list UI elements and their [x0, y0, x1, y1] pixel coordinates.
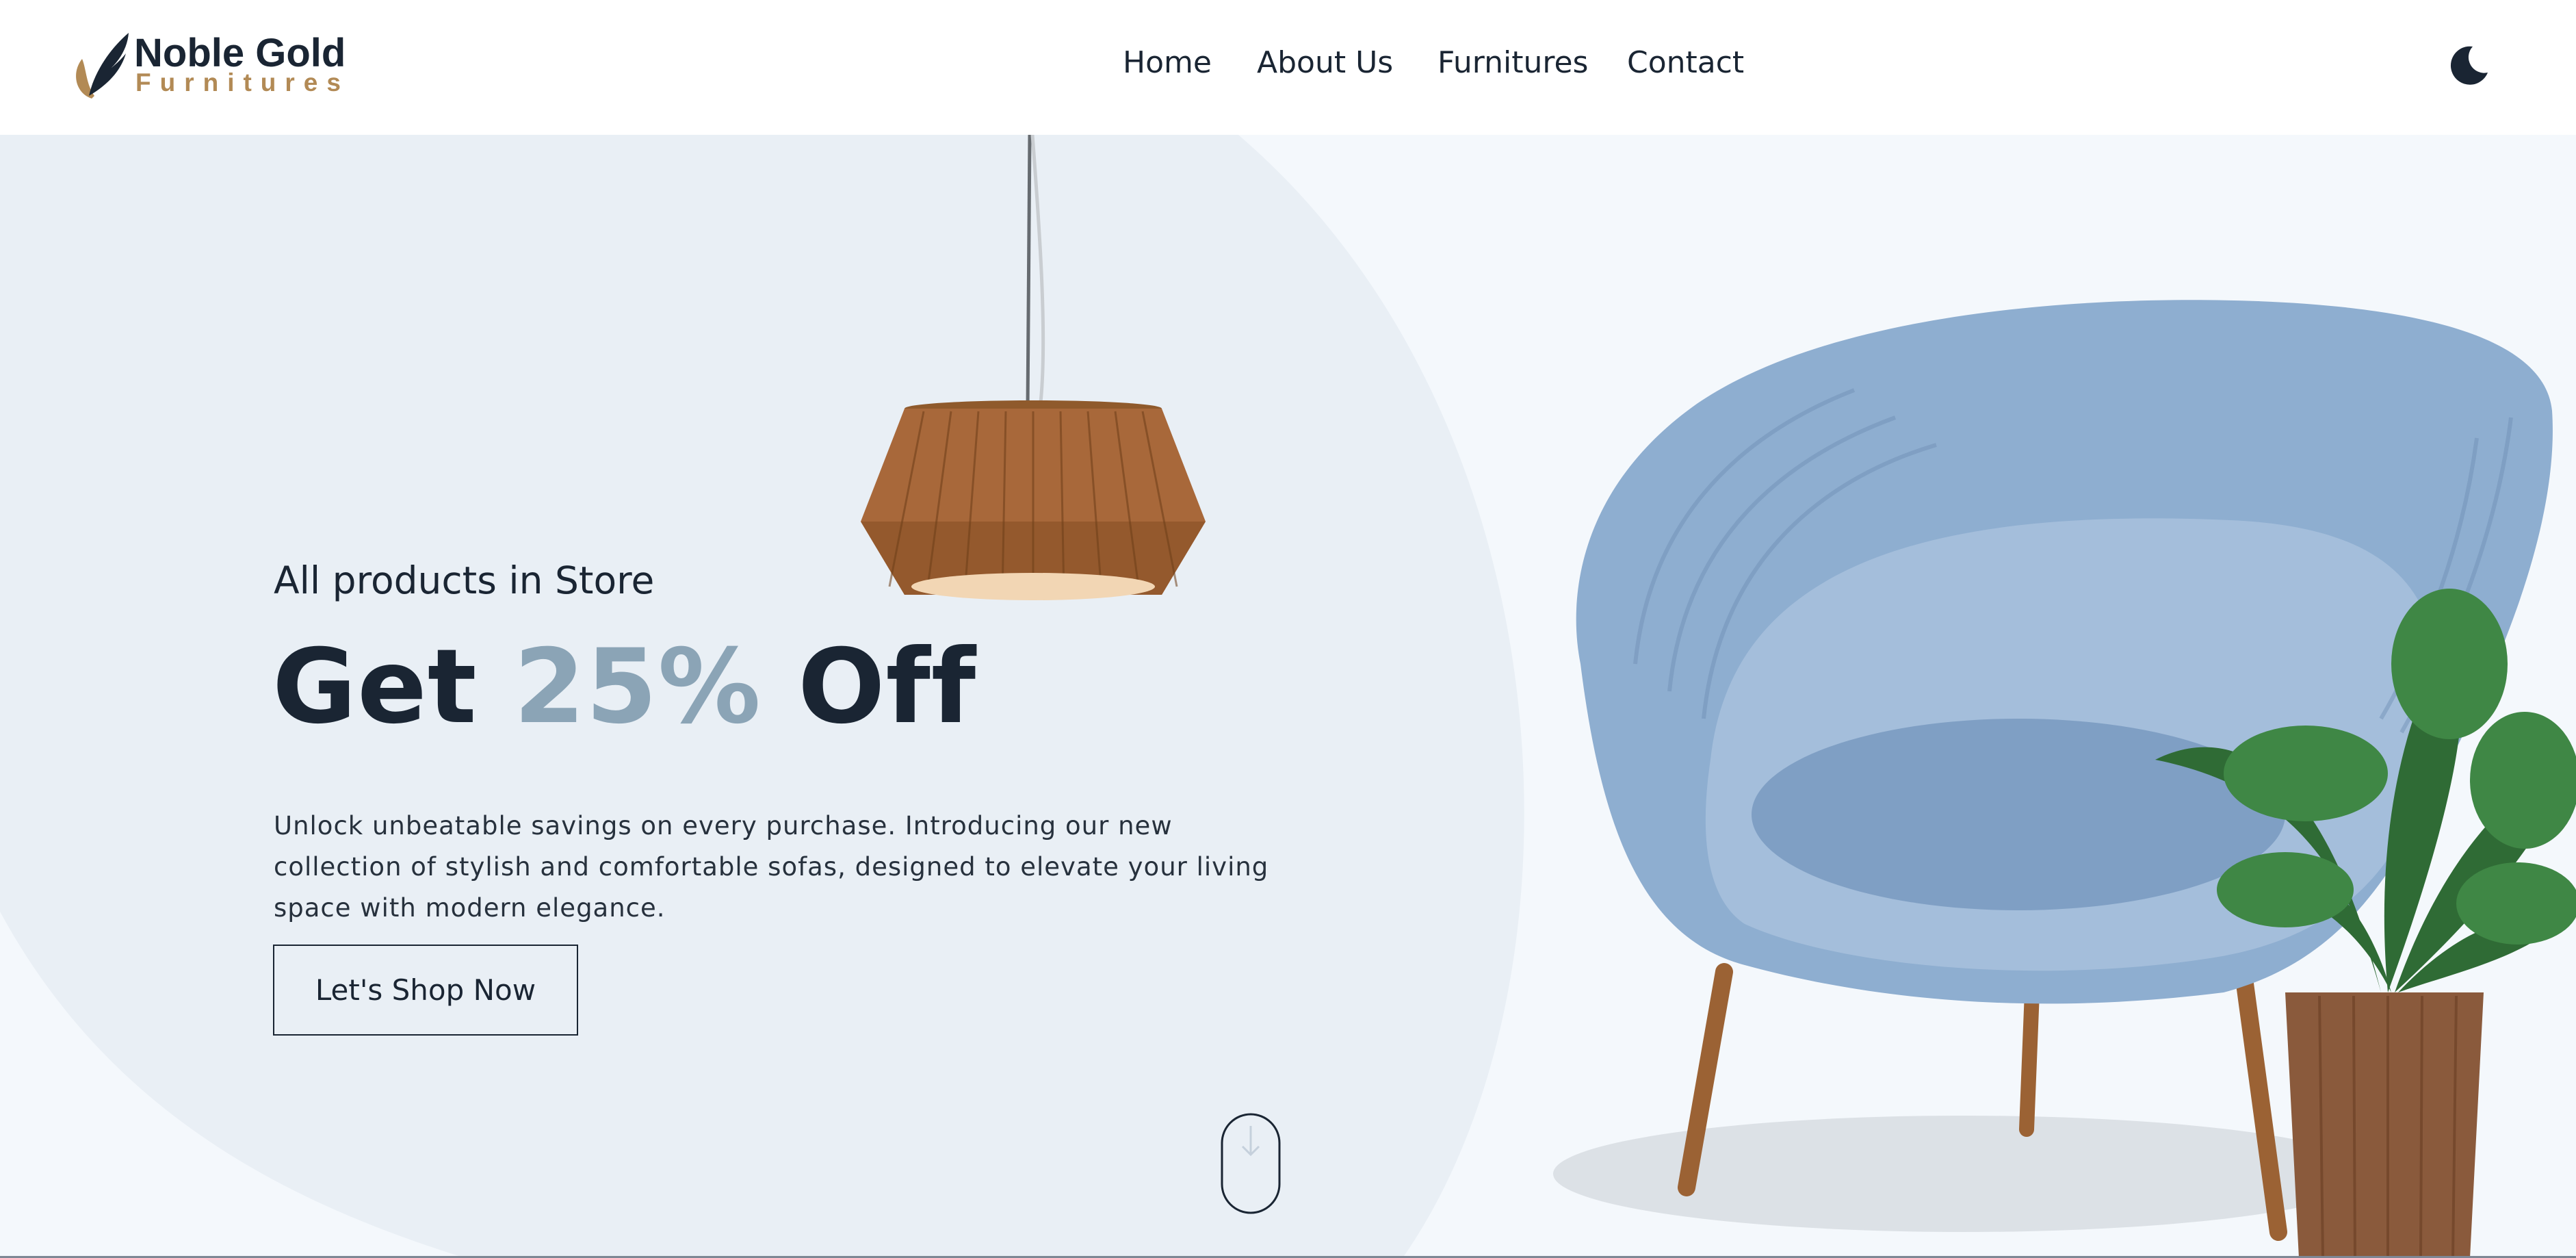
moon-icon — [2450, 46, 2488, 85]
arrow-down-icon — [1241, 1126, 1260, 1157]
hero-subtitle: All products in Store — [274, 559, 655, 602]
nav-contact[interactable]: Contact — [1627, 42, 1744, 84]
theme-toggle-button[interactable] — [2443, 41, 2492, 90]
shop-now-button[interactable]: Let's Shop Now — [273, 945, 578, 1036]
headline-prefix: Get — [272, 628, 514, 747]
nav-home[interactable]: Home — [1123, 42, 1212, 84]
brand-logo[interactable]: Noble Gold Furnitures — [71, 30, 386, 105]
site-header: Noble Gold Furnitures Home About Us Furn… — [0, 0, 2576, 135]
scroll-down-indicator[interactable] — [1220, 1112, 1282, 1215]
nav-furnitures[interactable]: Furnitures — [1437, 42, 1588, 84]
logo-subtitle: Furnitures — [135, 68, 350, 97]
armchair-with-plant-image — [1553, 300, 2576, 1258]
hero-description: Unlock unbeatable savings on every purch… — [274, 811, 1269, 923]
pendant-lamp-image — [861, 135, 1206, 600]
leaf-logo-icon — [76, 33, 129, 99]
nav-about-us[interactable]: About Us — [1257, 42, 1393, 84]
mouse-icon — [1221, 1113, 1281, 1214]
headline-suffix: Off — [761, 628, 977, 747]
discount-percent: 25% — [513, 628, 762, 747]
hero-headline: Get 25% Off — [272, 626, 976, 749]
